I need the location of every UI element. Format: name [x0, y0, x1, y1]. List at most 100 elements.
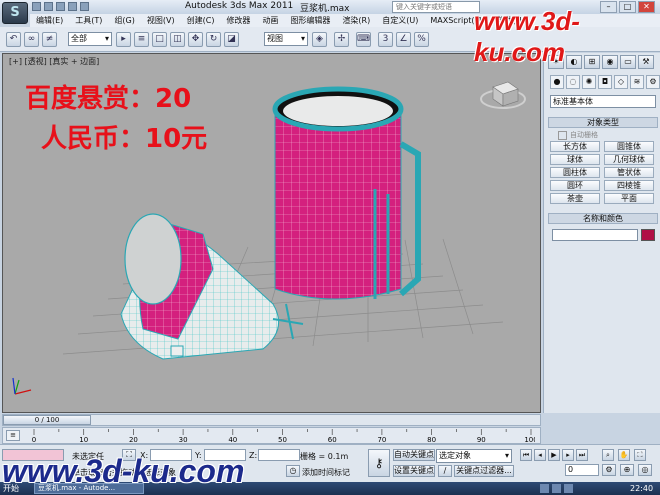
promo-text-bounty: 百度悬赏：20 — [25, 84, 192, 114]
menu-create[interactable]: 创建(C) — [181, 14, 221, 27]
perspective-viewport[interactable]: [+] [透视] [真实 + 边面] 百度悬赏：20 人民币：10元 — [2, 53, 541, 413]
object-name-field[interactable] — [552, 229, 638, 241]
cone-button[interactable]: 圆锥体 — [604, 141, 654, 152]
cylinder-button[interactable]: 圆柱体 — [550, 167, 600, 178]
torus-button[interactable]: 圆环 — [550, 180, 600, 191]
box-button[interactable]: 长方体 — [550, 141, 600, 152]
select-move-icon[interactable]: ✥ — [188, 32, 203, 47]
rect-selection-icon[interactable]: □ — [152, 32, 167, 47]
watermark-bottom: www.3d-ku.com — [2, 453, 245, 489]
pan-icon[interactable]: ✋ — [618, 449, 630, 461]
select-object-icon[interactable]: ▸ — [116, 32, 131, 47]
orbit-icon[interactable]: ◎ — [638, 464, 652, 476]
command-panel: ✶ ◐ ⊞ ◉ ▭ ⚒ ● ◌ ✺ ◘ ◇ ≋ ⚙ 标准基本体 对象类型 自动栅… — [543, 53, 660, 413]
key-mode-icon[interactable]: ∕ — [438, 465, 452, 477]
ruler-tick-label: 60 — [328, 436, 337, 443]
geosphere-button[interactable]: 几何球体 — [604, 154, 654, 165]
set-key-button[interactable]: 设置关键点 — [393, 465, 435, 477]
spacewarps-icon[interactable]: ≋ — [630, 75, 644, 89]
time-config-icon[interactable]: ⚙ — [602, 464, 616, 476]
z-label: Z: — [249, 451, 258, 460]
tray-ime-icon[interactable] — [564, 484, 573, 493]
select-by-name-icon[interactable]: ≡ — [134, 32, 149, 47]
viewport-label[interactable]: [+] [透视] [真实 + 边面] — [9, 56, 99, 67]
reference-coord-select[interactable]: 视图 — [264, 32, 308, 46]
selection-filter-select[interactable]: 全部 — [68, 32, 112, 46]
menu-edit[interactable]: 编辑(E) — [30, 14, 69, 27]
tube-button[interactable]: 管状体 — [604, 167, 654, 178]
ruler-tick-label: 20 — [129, 436, 138, 443]
goto-start-icon[interactable]: ⏮ — [520, 449, 532, 461]
auto-key-button[interactable]: 自动关键点 — [393, 449, 435, 461]
next-frame-icon[interactable]: ▸ — [562, 449, 574, 461]
menu-rendering[interactable]: 渲染(R) — [336, 14, 376, 27]
add-time-tag[interactable]: 添加时间标记 — [302, 467, 350, 478]
save-file-icon[interactable] — [56, 2, 65, 11]
current-frame-field[interactable]: 0 — [565, 464, 599, 476]
cameras-icon[interactable]: ◘ — [598, 75, 612, 89]
pyramid-button[interactable]: 四棱锥 — [604, 180, 654, 191]
tray-volume-icon[interactable] — [552, 484, 561, 493]
window-crossing-icon[interactable]: ◫ — [170, 32, 185, 47]
mini-curve-editor-icon[interactable]: ≡ — [6, 430, 20, 441]
time-slider[interactable]: 0 / 100 — [2, 414, 541, 426]
helpers-icon[interactable]: ◇ — [614, 75, 628, 89]
select-manipulate-icon[interactable]: ✢ — [334, 32, 349, 47]
menu-views[interactable]: 视图(V) — [141, 14, 181, 27]
autogrid-checkbox[interactable]: 自动栅格 — [558, 130, 598, 140]
lights-icon[interactable]: ✺ — [582, 75, 596, 89]
jug-model[interactable] — [272, 86, 421, 300]
time-tag-icon[interactable]: ◷ — [286, 465, 300, 477]
redo-icon[interactable] — [80, 2, 89, 11]
key-filters-button[interactable]: 关键点过滤器... — [454, 465, 514, 477]
system-tray — [540, 484, 573, 493]
teapot-button[interactable]: 茶壶 — [550, 193, 600, 204]
geometry-icon[interactable]: ● — [550, 75, 564, 89]
undo-icon[interactable] — [68, 2, 77, 11]
zoom-extents-icon[interactable]: ⊕ — [620, 464, 634, 476]
goto-end-icon[interactable]: ⏭ — [576, 449, 588, 461]
object-type-rollout[interactable]: 对象类型 — [548, 117, 658, 128]
snap-toggle-icon[interactable]: 3 — [378, 32, 393, 47]
undo-icon[interactable]: ↶ — [6, 32, 21, 47]
menu-graph-editors[interactable]: 图形编辑器 — [284, 14, 336, 27]
set-key-icon[interactable]: ⚷ — [368, 449, 390, 477]
prev-frame-icon[interactable]: ◂ — [534, 449, 546, 461]
tray-network-icon[interactable] — [540, 484, 549, 493]
play-icon[interactable]: ▶ — [548, 449, 560, 461]
viewcube[interactable] — [480, 81, 526, 109]
object-type-buttons: 长方体 圆锥体 球体 几何球体 圆柱体 管状体 圆环 四棱锥 茶壶 平面 — [550, 141, 656, 204]
systems-icon[interactable]: ⚙ — [646, 75, 660, 89]
sphere-button[interactable]: 球体 — [550, 154, 600, 165]
percent-snap-icon[interactable]: % — [414, 32, 429, 47]
menu-modifiers[interactable]: 修改器 — [220, 14, 256, 27]
ruler-tick-label: 30 — [179, 436, 188, 443]
primitive-category-select[interactable]: 标准基本体 — [550, 95, 656, 108]
menu-customize[interactable]: 自定义(U) — [376, 14, 424, 27]
time-slider-thumb[interactable]: 0 / 100 — [3, 415, 91, 425]
zoom-icon[interactable]: ⌕ — [602, 449, 614, 461]
menu-group[interactable]: 组(G) — [108, 14, 140, 27]
link-icon[interactable]: ∞ — [24, 32, 39, 47]
app-menu-logo-icon[interactable]: S — [2, 2, 28, 24]
search-input[interactable]: 键入关键字或短语 — [392, 1, 480, 13]
select-rotate-icon[interactable]: ↻ — [206, 32, 221, 47]
plane-button[interactable]: 平面 — [604, 193, 654, 204]
select-scale-icon[interactable]: ◪ — [224, 32, 239, 47]
object-color-swatch[interactable] — [641, 229, 655, 241]
pivot-center-icon[interactable]: ◈ — [312, 32, 327, 47]
menu-tools[interactable]: 工具(T) — [69, 14, 108, 27]
maximize-viewport-icon[interactable]: ⛶ — [634, 449, 646, 461]
ruler-tick-label: 50 — [278, 436, 287, 443]
shapes-icon[interactable]: ◌ — [566, 75, 580, 89]
menu-animation[interactable]: 动画 — [256, 14, 284, 27]
unlink-icon[interactable]: ≠ — [42, 32, 57, 47]
angle-snap-icon[interactable]: ∠ — [396, 32, 411, 47]
new-file-icon[interactable] — [32, 2, 41, 11]
app-title: Autodesk 3ds Max 2011 — [185, 1, 294, 11]
z-coord-field[interactable] — [258, 449, 300, 461]
keyboard-shortcut-icon[interactable]: ⌨ — [356, 32, 371, 47]
open-file-icon[interactable] — [44, 2, 53, 11]
name-color-rollout[interactable]: 名称和颜色 — [548, 213, 658, 224]
key-set-select[interactable]: 选定对象 — [436, 449, 512, 463]
